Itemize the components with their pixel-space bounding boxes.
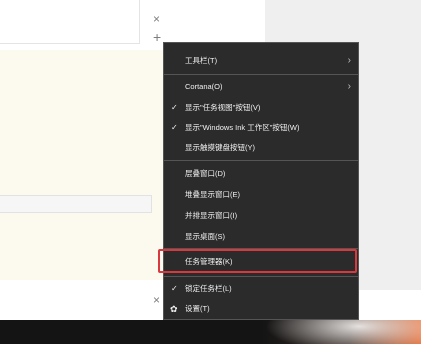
menu-item-stack-windows[interactable]: 堆叠显示窗口(E): [164, 185, 358, 205]
menu-item-show-task-view-button[interactable]: ✓ 显示"任务视图"按钮(V): [164, 98, 358, 118]
chevron-right-icon: ›: [347, 55, 351, 66]
check-icon: ✓: [171, 284, 178, 293]
menu-item-label: 显示触摸键盘按钮(Y): [185, 143, 255, 152]
close-icon[interactable]: ×: [153, 294, 160, 306]
add-icon[interactable]: +: [153, 30, 161, 44]
gear-icon: ✿: [170, 304, 178, 314]
task-manager-highlight: [158, 249, 357, 273]
menu-item-cascade-windows[interactable]: 层叠窗口(D): [164, 164, 358, 184]
menu-item-toolbars[interactable]: 工具栏(T) ›: [164, 51, 358, 71]
menu-item-label: 显示"任务视图"按钮(V): [185, 103, 261, 112]
menu-item-label: 工具栏(T): [185, 56, 218, 65]
menu-separator: [164, 160, 358, 161]
menu-item-show-desktop[interactable]: 显示桌面(S): [164, 227, 358, 247]
background-card: [0, 0, 140, 44]
menu-item-lock-taskbar[interactable]: ✓ 锁定任务栏(L): [164, 279, 358, 299]
menu-item-label: 显示"Windows Ink 工作区"按钮(W): [185, 123, 300, 132]
taskbar-context-menu: 工具栏(T) › Cortana(O) › ✓ 显示"任务视图"按钮(V) ✓ …: [163, 42, 359, 320]
menu-item-settings[interactable]: ✿ 设置(T): [164, 299, 358, 319]
menu-item-label: 层叠窗口(D): [185, 169, 226, 178]
menu-item-show-windows-ink-button[interactable]: ✓ 显示"Windows Ink 工作区"按钮(W): [164, 118, 358, 138]
menu-item-label: 设置(T): [185, 304, 210, 313]
menu-item-label: 并排显示窗口(I): [185, 211, 238, 220]
close-icon[interactable]: ×: [153, 13, 160, 25]
menu-item-label: Cortana(O): [185, 82, 223, 91]
menu-item-label: 显示桌面(S): [185, 232, 225, 241]
chevron-right-icon: ›: [347, 81, 351, 92]
menu-item-show-touch-keyboard-button[interactable]: 显示触摸键盘按钮(Y): [164, 138, 358, 158]
background-input-field[interactable]: [0, 195, 152, 213]
menu-item-side-by-side-windows[interactable]: 并排显示窗口(I): [164, 206, 358, 226]
menu-separator: [164, 74, 358, 75]
check-icon: ✓: [171, 123, 178, 132]
menu-item-label: 锁定任务栏(L): [185, 284, 232, 293]
menu-item-cortana[interactable]: Cortana(O) ›: [164, 77, 358, 97]
menu-item-label: 堆叠显示窗口(E): [185, 190, 240, 199]
menu-separator: [164, 276, 358, 277]
check-icon: ✓: [171, 103, 178, 112]
